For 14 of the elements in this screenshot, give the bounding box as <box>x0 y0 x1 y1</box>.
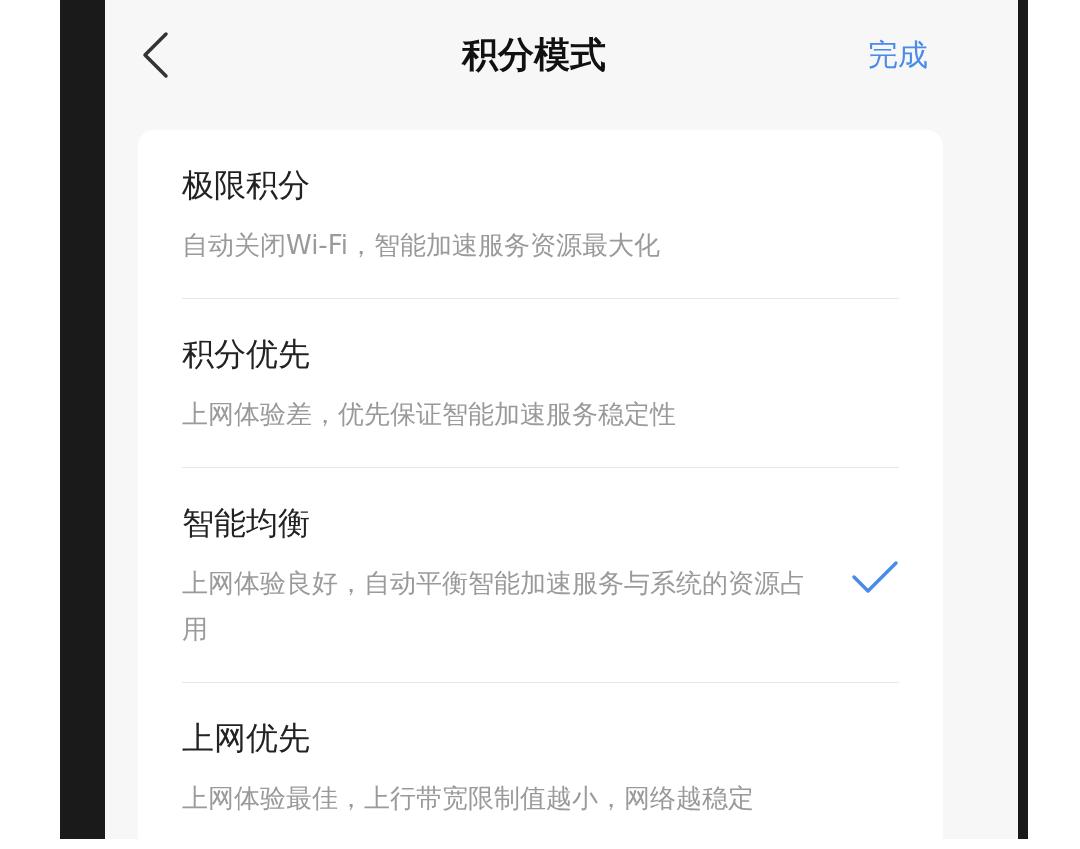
mode-option[interactable]: 智能均衡 上网体验良好，自动平衡智能加速服务与系统的资源占用 <box>182 468 899 683</box>
option-description: 上网体验差，优先保证智能加速服务稳定性 <box>182 398 677 431</box>
option-title: 智能均衡 <box>182 503 311 544</box>
option-description: 上网体验良好，自动平衡智能加速服务与系统的资源占用 <box>182 567 807 646</box>
option-title: 极限积分 <box>182 165 311 206</box>
option-description: 上网体验最佳，上行带宽限制值越小，网络越稳定 <box>182 782 755 815</box>
option-description: 自动关闭Wi-Fi，智能加速服务资源最大化 <box>182 229 662 262</box>
mode-option[interactable]: 积分优先 上网体验差，优先保证智能加速服务稳定性 <box>182 299 899 468</box>
option-title: 积分优先 <box>182 334 311 375</box>
mode-option[interactable]: 极限积分 自动关闭Wi-Fi，智能加速服务资源最大化 <box>182 130 899 299</box>
back-icon[interactable] <box>140 31 170 79</box>
page-title: 积分模式 <box>462 32 606 77</box>
option-title: 上网优先 <box>182 718 311 759</box>
mode-option[interactable]: 上网优先 上网体验最佳，上行带宽限制值越小，网络越稳定 <box>182 683 899 849</box>
